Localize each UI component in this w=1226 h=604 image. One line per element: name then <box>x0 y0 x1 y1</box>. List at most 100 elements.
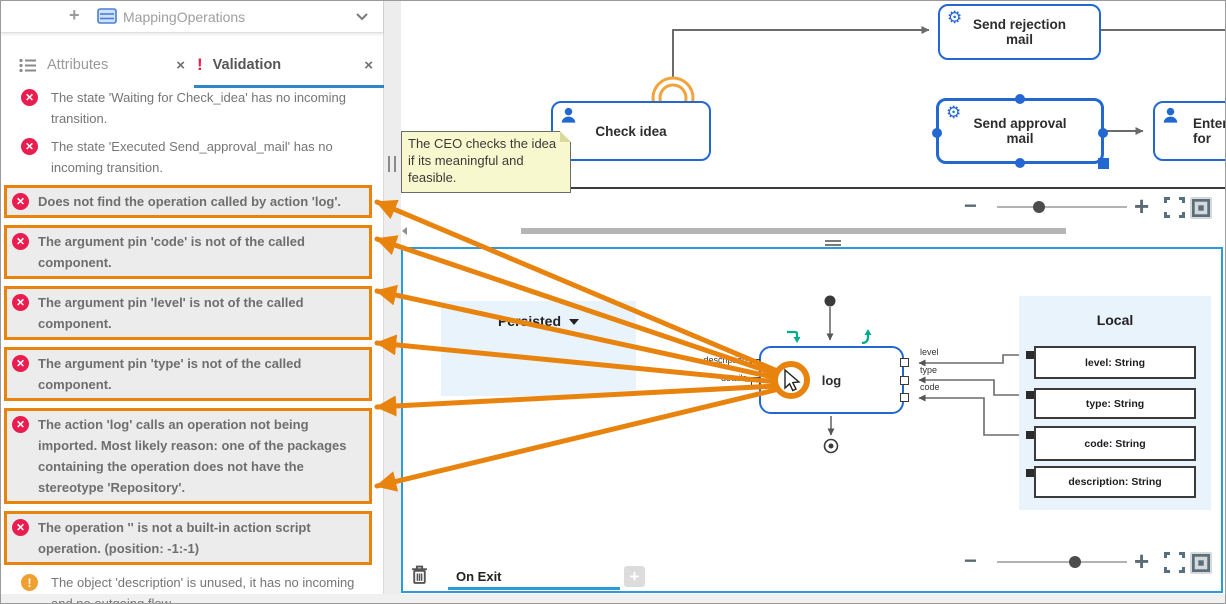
add-tab-button[interactable]: + <box>624 566 645 587</box>
validation-item[interactable]: The object 'description' is unused, it h… <box>21 572 374 604</box>
error-icon <box>12 193 29 210</box>
node-send-rejection-mail[interactable]: ⚙ Send rejection mail <box>938 4 1101 60</box>
zoom-in-button[interactable]: + <box>1134 191 1149 222</box>
validation-list: The state 'Waiting for Check_idea' has n… <box>1 87 384 604</box>
initial-node <box>825 296 836 307</box>
close-icon[interactable]: × <box>360 57 377 74</box>
resize-handle[interactable] <box>1015 158 1025 168</box>
scroll-left-icon[interactable] <box>402 227 407 235</box>
variable-level[interactable]: level: String <box>1034 346 1196 379</box>
pin-label: code <box>920 382 940 392</box>
input-pin[interactable] <box>751 377 760 386</box>
splitter-grip-icon[interactable] <box>388 156 396 172</box>
zoom-in-button[interactable]: + <box>1134 546 1149 577</box>
validation-item-highlighted[interactable]: The argument pin 'level' is not of the c… <box>4 286 372 340</box>
variable-pin[interactable] <box>1026 469 1034 477</box>
zoom-slider[interactable] <box>997 561 1127 563</box>
pin-label: type <box>920 365 937 375</box>
validation-item-text: The argument pin 'code' is not of the ca… <box>38 231 356 273</box>
error-icon <box>12 355 29 372</box>
fit-view-icon[interactable] <box>1190 552 1212 574</box>
zoom-slider-handle[interactable] <box>1033 201 1045 213</box>
error-icon <box>12 416 29 433</box>
fit-view-icon[interactable] <box>1190 197 1212 219</box>
horizontal-scrollbar-thumb[interactable] <box>521 228 1066 234</box>
action-diagram-canvas[interactable]: Persisted <box>401 247 1223 593</box>
chevron-down-icon[interactable] <box>355 9 369 23</box>
validation-item-text: The action 'log' calls an operation not … <box>38 414 356 498</box>
validation-item[interactable]: The state 'Waiting for Check_idea' has n… <box>21 87 374 129</box>
resize-handle[interactable] <box>1098 128 1108 138</box>
zoom-out-button[interactable]: − <box>964 193 977 219</box>
local-panel-title: Local <box>1019 312 1211 328</box>
variable-code[interactable]: code: String <box>1034 426 1196 461</box>
node-label: log <box>822 373 842 388</box>
panel-splitter[interactable] <box>384 1 401 594</box>
bottom-zoom-controls: − + <box>964 552 1224 578</box>
tab-attributes[interactable]: Attributes × <box>19 47 189 83</box>
validation-panel: + MappingOperations Attributes × ! Valid… <box>1 1 384 594</box>
pin-label: description <box>665 355 747 365</box>
validation-icon: ! <box>197 55 203 75</box>
variable-pin[interactable] <box>1026 351 1034 359</box>
zoom-out-button[interactable]: − <box>964 548 977 574</box>
variable-type[interactable]: type: String <box>1034 388 1196 419</box>
pin-label: details <box>675 373 747 383</box>
validation-item-text: The object 'description' is unused, it h… <box>51 572 357 604</box>
model-title: MappingOperations <box>123 9 245 25</box>
note-text: The CEO checks the idea if its meaningfu… <box>408 136 556 185</box>
error-icon <box>12 294 29 311</box>
panel-tabbar: Attributes × ! Validation × <box>1 39 383 89</box>
variable-description[interactable]: description: String <box>1034 466 1196 498</box>
resize-handle-corner[interactable] <box>1098 158 1109 169</box>
argument-pin-level[interactable] <box>900 358 909 367</box>
validation-item-highlighted[interactable]: The operation '' is not a built-in actio… <box>4 511 372 565</box>
tab-on-exit[interactable]: On Exit <box>456 569 502 584</box>
app-window: + MappingOperations Attributes × ! Valid… <box>0 0 1226 604</box>
diagram-area: Check idea ⚙ Send rejection mail ⚙ Send … <box>401 1 1226 594</box>
validation-item[interactable]: The state 'Executed Send_approval_mail' … <box>21 136 374 178</box>
node-label: Send approval mail <box>961 116 1079 146</box>
note-annotation[interactable]: The CEO checks the idea if its meaningfu… <box>401 131 571 193</box>
model-header: + MappingOperations <box>1 1 383 33</box>
node-check-idea[interactable]: Check idea <box>551 101 711 161</box>
variable-pin[interactable] <box>1026 431 1034 439</box>
person-icon <box>1162 107 1179 123</box>
node-send-approval-mail[interactable]: ⚙ Send approval mail <box>936 98 1104 164</box>
tab-validation[interactable]: ! Validation × <box>197 47 377 83</box>
resize-handle[interactable] <box>1015 94 1025 104</box>
fullscreen-icon[interactable] <box>1164 552 1185 573</box>
node-enter-form[interactable]: Enter for <box>1153 101 1226 161</box>
local-variables-panel: Local level: String type: String code: S… <box>1019 296 1211 510</box>
error-icon <box>12 233 29 250</box>
enter-action-icon <box>786 328 802 344</box>
close-icon[interactable]: × <box>172 57 189 74</box>
mapping-operations-icon <box>97 7 117 25</box>
zoom-slider[interactable] <box>997 206 1127 208</box>
validation-item-highlighted[interactable]: The argument pin 'code' is not of the ca… <box>4 225 372 279</box>
argument-pin-code[interactable] <box>900 393 909 402</box>
active-tab-underline <box>448 587 620 590</box>
argument-pin-type[interactable] <box>900 376 909 385</box>
input-pin[interactable] <box>751 359 760 368</box>
add-icon[interactable]: + <box>69 5 80 26</box>
validation-item-text: Does not find the operation called by ac… <box>38 191 356 212</box>
gear-icon: ⚙ <box>947 10 962 27</box>
state-diagram-canvas[interactable]: Check idea ⚙ Send rejection mail ⚙ Send … <box>401 1 1226 189</box>
node-log-action[interactable]: log <box>759 346 904 414</box>
fullscreen-icon[interactable] <box>1164 197 1185 218</box>
trash-icon[interactable] <box>411 565 428 584</box>
node-label: Send rejection mail <box>962 17 1077 47</box>
resize-handle[interactable] <box>932 128 942 138</box>
validation-item-highlighted[interactable]: Does not find the operation called by ac… <box>4 185 372 218</box>
validation-item-text: The state 'Waiting for Check_idea' has n… <box>51 87 357 129</box>
variable-pin[interactable] <box>1026 391 1034 399</box>
attributes-icon <box>19 58 37 73</box>
top-zoom-controls: − + <box>964 197 1224 223</box>
validation-item-highlighted[interactable]: The action 'log' calls an operation not … <box>4 408 372 504</box>
validation-item-highlighted[interactable]: The argument pin 'type' is not of the ca… <box>4 347 372 401</box>
pin-label: level <box>920 347 939 357</box>
zoom-slider-handle[interactable] <box>1069 556 1081 568</box>
validation-item-text: The argument pin 'level' is not of the c… <box>38 292 356 334</box>
person-icon <box>560 107 577 123</box>
